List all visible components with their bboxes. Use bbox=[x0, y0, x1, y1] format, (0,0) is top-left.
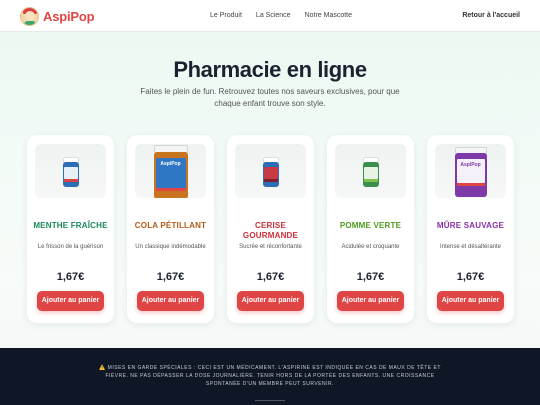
product-price: 1,67€ bbox=[356, 271, 385, 283]
footer: ⚠️ Mises en garde spéciales : Ceci est u… bbox=[0, 348, 540, 405]
product-image bbox=[35, 144, 106, 198]
product-card: AspiPop COLA PÉTILLANT Un classique indé… bbox=[127, 135, 214, 323]
back-home-link[interactable]: Retour à l'accueil bbox=[462, 12, 520, 19]
brand-logo[interactable]: AspiPop bbox=[20, 7, 95, 26]
product-description: Acidulée et croquante bbox=[341, 244, 400, 250]
product-name: MENTHE FRAÎCHE bbox=[33, 221, 108, 230]
footer-divider bbox=[255, 400, 285, 401]
product-name: CERISE GOURMANDE bbox=[242, 221, 299, 240]
product-name: COLA PÉTILLANT bbox=[134, 221, 207, 230]
product-image: AspiPop bbox=[435, 144, 506, 198]
top-navbar: AspiPop Le Produit La Science Notre Masc… bbox=[0, 0, 540, 32]
nav-link-mascotte[interactable]: Notre Mascotte bbox=[305, 12, 352, 19]
product-description: Un classique indémodable bbox=[135, 244, 206, 250]
product-card: POMME VERTE Acidulée et croquante 1,67€ … bbox=[327, 135, 414, 323]
page-title: Pharmacie en ligne bbox=[173, 57, 367, 82]
page: AspiPop Le Produit La Science Notre Masc… bbox=[0, 0, 540, 405]
product-description: Sucrée et réconfortante bbox=[239, 244, 302, 250]
product-image bbox=[235, 144, 306, 198]
product-description: Intense et désaltérante bbox=[439, 244, 502, 250]
product-price: 1,67€ bbox=[256, 271, 285, 283]
product-label-text: AspiPop bbox=[160, 161, 181, 167]
page-subtitle: Faites le plein de fun. Retrouvez toutes… bbox=[140, 87, 400, 108]
add-to-cart-button[interactable]: Ajouter au panier bbox=[137, 291, 204, 311]
add-to-cart-button[interactable]: Ajouter au panier bbox=[237, 291, 304, 311]
product-label-text: AspiPop bbox=[460, 162, 481, 168]
nav-link-science[interactable]: La Science bbox=[256, 12, 291, 19]
product-image: AspiPop bbox=[135, 144, 206, 198]
brand-name: AspiPop bbox=[43, 9, 95, 24]
add-to-cart-button[interactable]: Ajouter au panier bbox=[437, 291, 504, 311]
product-name: MÛRE SAUVAGE bbox=[436, 221, 505, 230]
product-grid: MENTHE FRAÎCHE Le frisson de la guérison… bbox=[0, 135, 540, 323]
product-price: 1,67€ bbox=[156, 271, 185, 283]
main-nav: Le Produit La Science Notre Mascotte bbox=[210, 12, 352, 19]
product-description: Le frisson de la guérison bbox=[37, 244, 104, 250]
product-card: AspiPop MÛRE SAUVAGE Intense et désaltér… bbox=[427, 135, 514, 323]
mascot-icon bbox=[20, 7, 39, 26]
product-price: 1,67€ bbox=[456, 271, 485, 283]
medical-warning: ⚠️ Mises en garde spéciales : Ceci est u… bbox=[99, 365, 441, 387]
product-card: CERISE GOURMANDE Sucrée et réconfortante… bbox=[227, 135, 314, 323]
product-name: POMME VERTE bbox=[339, 221, 402, 230]
product-price: 1,67€ bbox=[56, 271, 85, 283]
add-to-cart-button[interactable]: Ajouter au panier bbox=[337, 291, 404, 311]
add-to-cart-button[interactable]: Ajouter au panier bbox=[37, 291, 104, 311]
product-card: MENTHE FRAÎCHE Le frisson de la guérison… bbox=[27, 135, 114, 323]
nav-link-produit[interactable]: Le Produit bbox=[210, 12, 242, 19]
product-image bbox=[335, 144, 406, 198]
